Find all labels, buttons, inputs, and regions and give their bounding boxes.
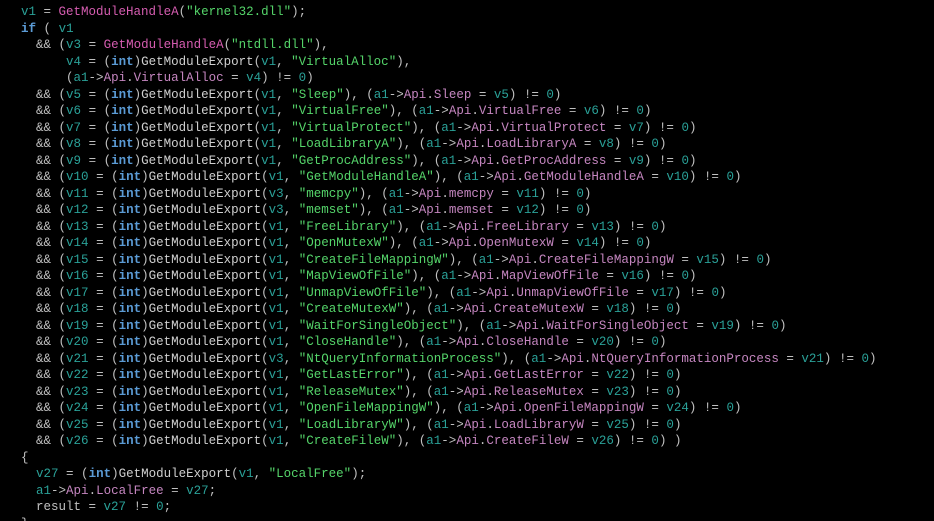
decompiled-code-view: v1 = GetModuleHandleA("kernel32.dll"); i… [0, 0, 934, 521]
